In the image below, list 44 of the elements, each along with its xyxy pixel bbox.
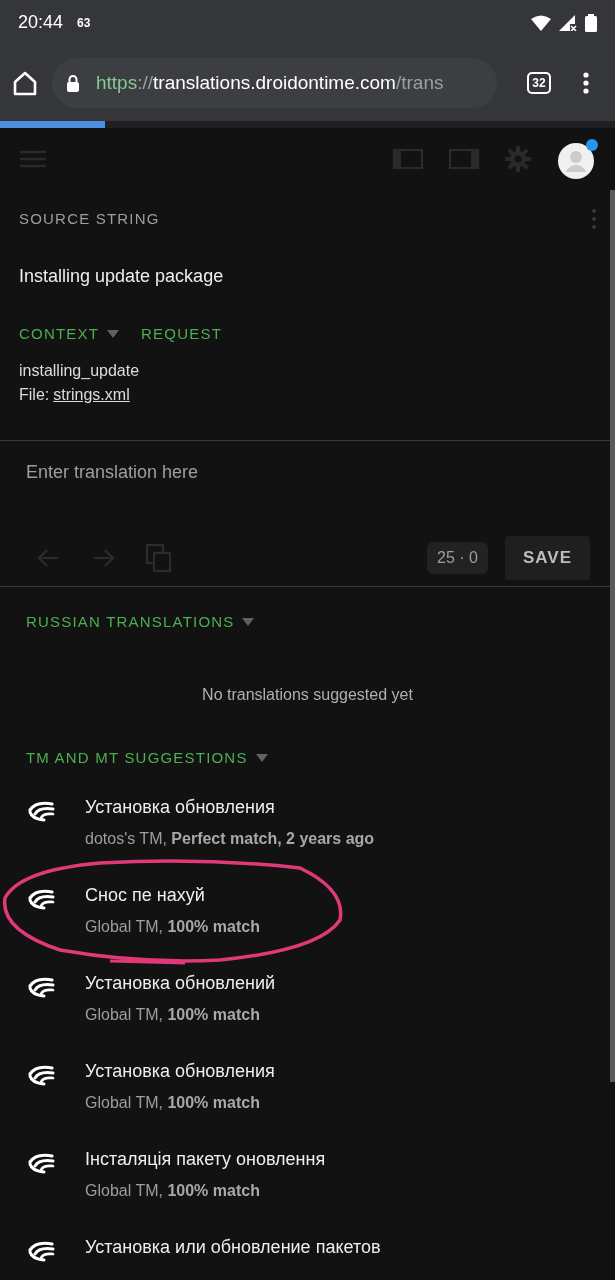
suggestion-text[interactable]: Установка обновлений <box>85 969 276 997</box>
caret-icon <box>255 754 268 763</box>
notification-count: 63 <box>77 14 91 32</box>
tab-count[interactable]: 32 <box>527 72 551 94</box>
section-heading[interactable]: TM AND MT SUGGESTIONS <box>26 747 589 770</box>
copy-icon[interactable] <box>146 543 172 572</box>
battery-icon <box>585 13 597 32</box>
address-bar[interactable]: https://translations.droidontime.com/trans <box>52 58 497 108</box>
empty-message: No translations suggested yet <box>201 685 414 705</box>
caret-icon <box>242 617 255 626</box>
suggestion-text[interactable]: Установка или обновление пакетов <box>85 1233 381 1261</box>
translation-input[interactable]: Enter translation here <box>26 459 589 486</box>
match-info: Global TM, 100% match <box>85 1092 260 1113</box>
sidebar-left-icon[interactable] <box>393 149 423 169</box>
scrollbar[interactable] <box>610 190 615 1082</box>
character-counter: 25 · 0 <box>427 541 488 574</box>
url-text[interactable]: https://translations.droidontime.com/trans <box>96 68 444 98</box>
signal-icon <box>559 14 577 31</box>
file-link[interactable]: strings.xml <box>53 383 130 407</box>
wifi-icon <box>531 14 551 31</box>
suggestion-text[interactable]: Установка обновления <box>85 1057 275 1085</box>
context-tab[interactable]: CONTEXT <box>19 322 120 345</box>
lock-icon <box>66 74 80 92</box>
suggestion-text[interactable]: Установка обновления <box>85 793 275 821</box>
sidebar-right-icon[interactable] <box>449 149 479 169</box>
home-icon[interactable] <box>12 70 38 96</box>
match-info: Global TM, 100% match <box>85 916 260 937</box>
source-text: Installing update package <box>19 264 225 288</box>
string-key: installing_update <box>19 359 596 383</box>
menu-icon[interactable] <box>20 150 46 168</box>
arrow-left-icon[interactable] <box>36 546 60 569</box>
avatar-icon[interactable] <box>557 138 599 180</box>
section-heading: SOURCE STRING <box>19 209 160 229</box>
match-info: dotos's TM, Perfect match, 2 years ago <box>85 828 375 849</box>
file-label: File: <box>19 385 50 405</box>
match-info: Global TM, 100% match <box>85 1004 260 1025</box>
match-info: Global TM, 100% match <box>85 1180 260 1201</box>
context-tab[interactable]: REQUEST <box>141 322 222 345</box>
save-button[interactable]: SAVE <box>504 536 590 580</box>
arrow-right-icon[interactable] <box>92 546 116 569</box>
clock-time: 20:44 <box>18 11 64 34</box>
suggestion-text[interactable]: Снос пе нахуй <box>85 881 205 909</box>
suggestion-text[interactable]: Інсталяція пакету оновлення <box>85 1145 326 1173</box>
section-heading[interactable]: RUSSIAN TRANSLATIONS <box>26 610 589 633</box>
